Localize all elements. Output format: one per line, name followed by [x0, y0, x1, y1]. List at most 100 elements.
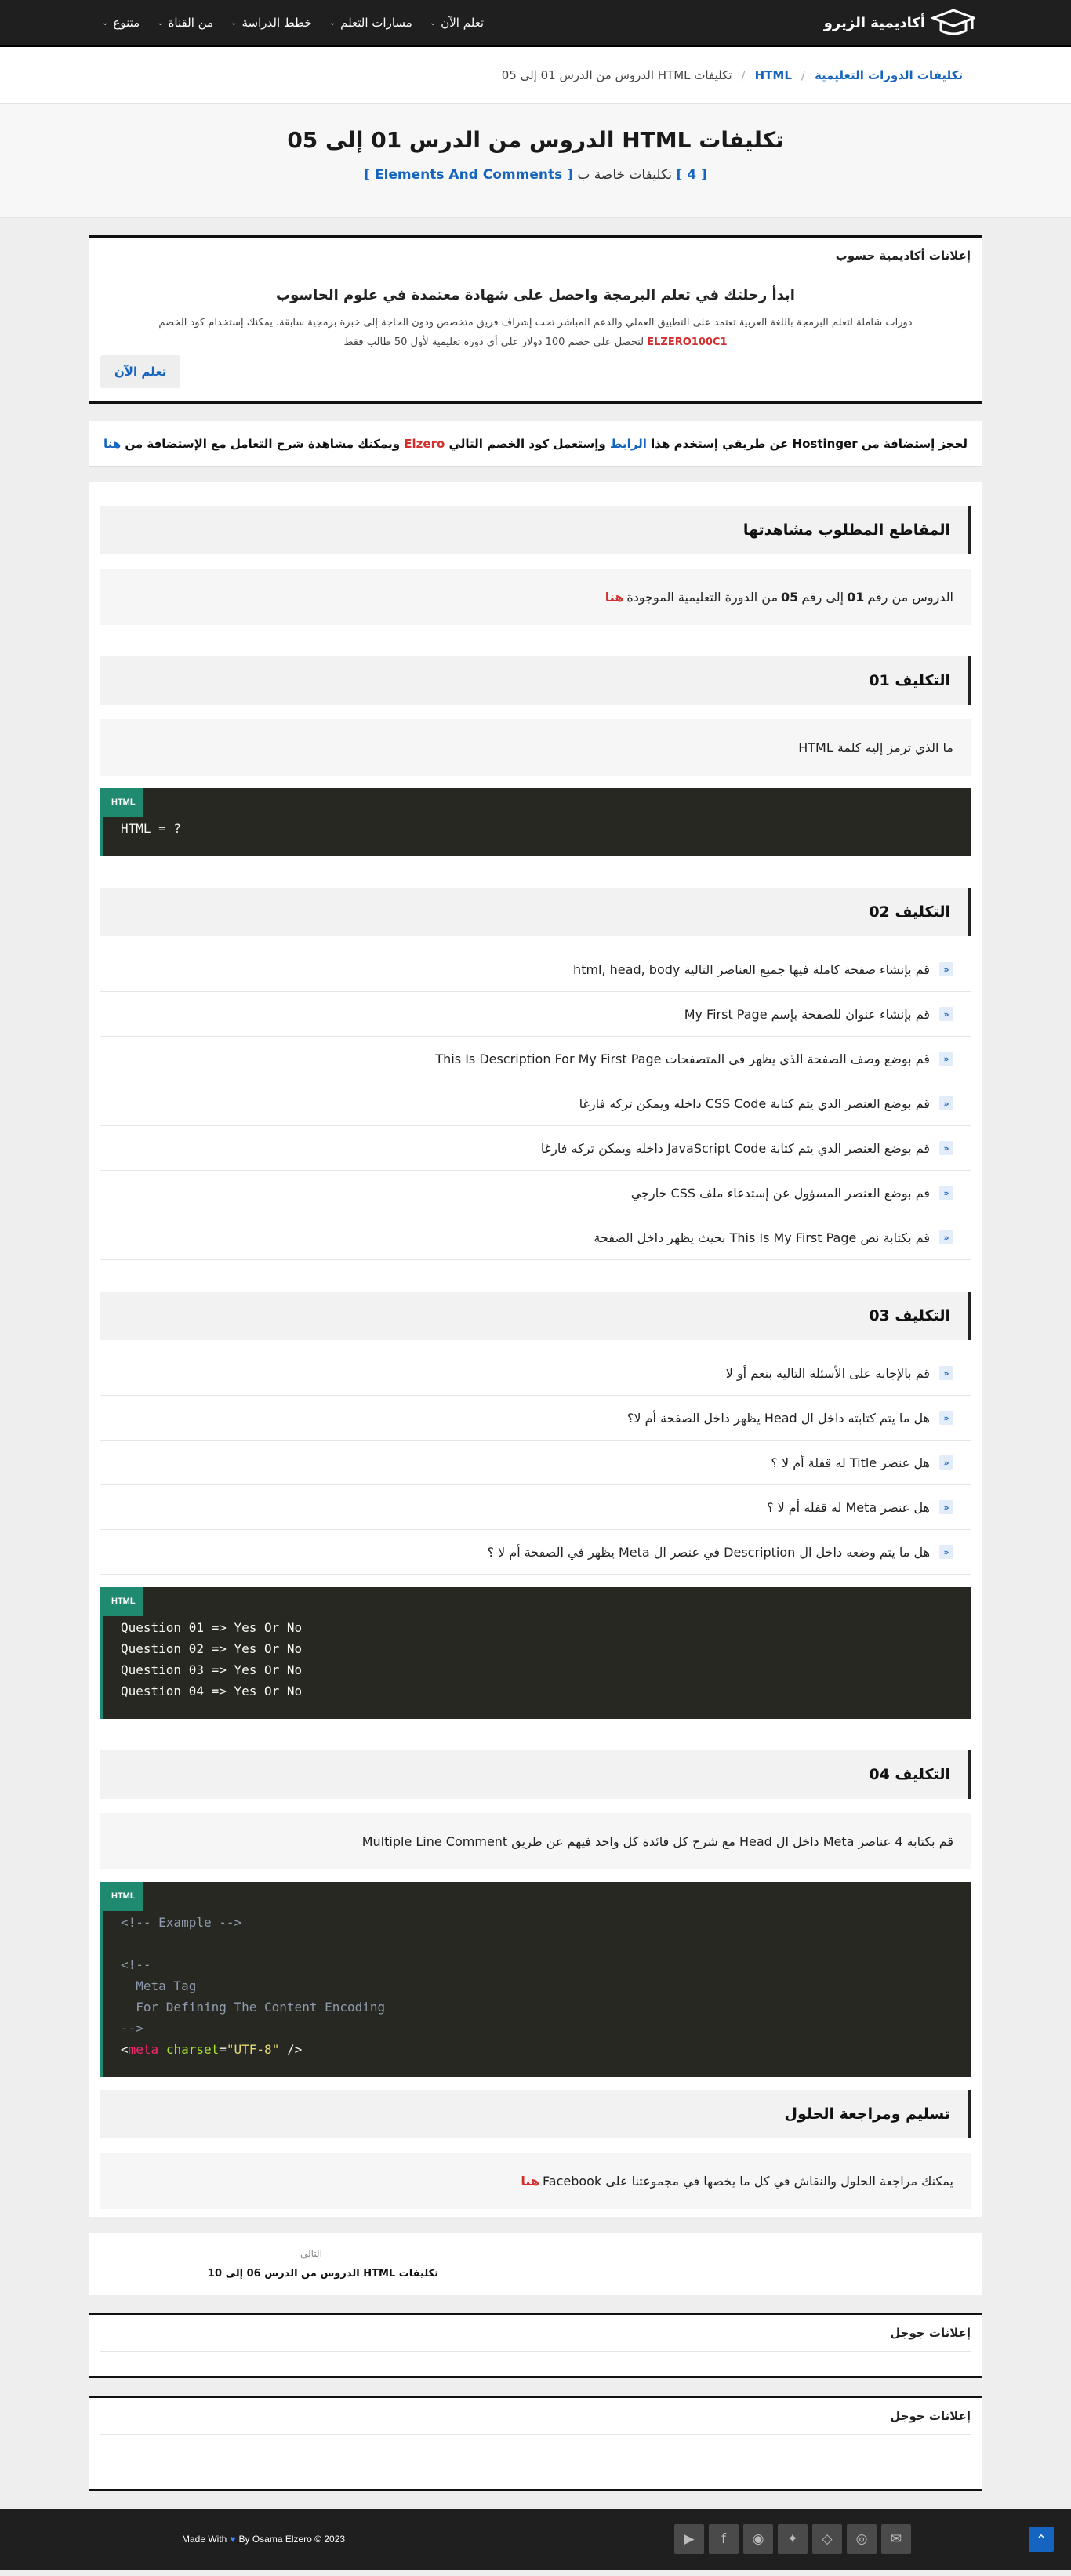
double-chevron-icon: « [939, 1455, 953, 1470]
hosting-code: Elzero [404, 436, 445, 451]
chevron-down-icon: ⌄ [102, 18, 109, 27]
chevron-down-icon: ⌄ [231, 18, 238, 27]
page-title: تكليفات HTML الدروس من الدرس 01 إلى 05 [287, 127, 784, 153]
breadcrumb-category-link[interactable]: HTML [755, 68, 792, 82]
footer-right: ▶ f ◉ ✦ ◇ ◎ ✉ ⌃ [674, 2524, 1054, 2554]
task-text: هل عنصر Title له قفلة أم لا ؟ [771, 1455, 930, 1470]
hosting-text: ويمكنك مشاهدة شرح التعامل مع الإستضافة م… [125, 436, 401, 451]
task-text: قم بوضع العنصر الذي يتم كتابة JavaScript… [540, 1140, 930, 1156]
facebook-icon[interactable]: f [709, 2524, 739, 2554]
list-item: « قم بكتابة نص This Is My First Page بحيث… [100, 1215, 971, 1260]
hosting-link[interactable]: الرابط [610, 437, 647, 451]
double-chevron-icon: « [939, 1186, 953, 1200]
ads-label: إعلانات جوجل [100, 2409, 971, 2435]
double-chevron-icon: « [939, 1052, 953, 1066]
hosting-notice: لحجز إستضافة من Hostinger عن طريقي إستخد… [89, 421, 982, 467]
instagram-icon[interactable]: ◎ [847, 2524, 877, 2554]
next-label: التالي [300, 2248, 322, 2259]
breadcrumb-bar: تكليفات الدورات التعليمية / HTML / تكليف… [0, 47, 1071, 104]
made-with-text: Made With [182, 2534, 227, 2545]
text-bold: 01 [847, 589, 865, 605]
section-heading: تسليم ومراجعة الحلول [100, 2090, 971, 2138]
breadcrumb-root-link[interactable]: تكليفات الدورات التعليمية [815, 68, 963, 82]
task-text: قم بكتابة نص This Is My First Page بحيث … [594, 1230, 930, 1245]
list-item: « قم بوضع العنصر المسؤول عن إستدعاء ملف C… [100, 1171, 971, 1215]
youtube-icon[interactable]: ▶ [674, 2524, 704, 2554]
ad-text-part: لتحصل على خصم 100 دولار على أي دورة تعلي… [343, 336, 644, 348]
assignments-content: المقاطع المطلوب مشاهدتها الدروس من رقم 0… [89, 482, 982, 2217]
text-bold: 05 [781, 589, 799, 605]
facebook-group-link[interactable]: هنا [521, 2174, 539, 2189]
list-item: « هل عنصر Title له قفلة أم لا ؟ [100, 1441, 971, 1485]
code-block: HTML Question 01 => Yes Or No Question 0… [100, 1587, 971, 1719]
code-line: HTML = ? [121, 821, 182, 836]
task-list: « قم بإنشاء صفحة كاملة فيها جميع العناصر … [100, 947, 971, 1260]
twitter-icon[interactable]: ✦ [778, 2524, 808, 2554]
code-token: /> [279, 2042, 303, 2057]
nav-study-plans[interactable]: خطط الدراسة ⌄ [231, 16, 312, 30]
nav-misc[interactable]: متنوع ⌄ [102, 16, 140, 30]
code-token: charset [165, 2042, 220, 2057]
next-post[interactable]: التالي تكليفات HTML الدروس من الدرس 06 إ… [89, 2233, 982, 2295]
nav-label: خطط الدراسة [241, 16, 312, 30]
double-chevron-icon: « [939, 1141, 953, 1155]
code-language-tag: HTML [103, 788, 143, 817]
scroll-to-top-button[interactable]: ⌃ [1029, 2527, 1054, 2552]
chevron-down-icon: ⌄ [157, 18, 164, 27]
ad-text: دورات شاملة لتعلم البرمجة باللغة العربية… [100, 313, 971, 352]
nav-label: تعلم الآن [441, 16, 485, 30]
text-part: الدروس من رقم [867, 589, 953, 605]
email-icon[interactable]: ✉ [881, 2524, 911, 2554]
code-block: HTML <!-- Example --> <!-- Meta Tag For … [100, 1882, 971, 2077]
section-heading: التكليف 02 [100, 888, 971, 936]
nav-learning-paths[interactable]: مسارات التعلم ⌄ [329, 16, 412, 30]
code-token: = [219, 2042, 227, 2057]
section-heading: التكليف 01 [100, 656, 971, 705]
graduation-cap-icon [931, 9, 975, 35]
list-item: « قم بوضع وصف الصفحة الذي يظهر في المتصفح… [100, 1037, 971, 1081]
discount-code: ELZERO100C1 [647, 336, 728, 348]
page-header: تكليفات HTML الدروس من الدرس 01 إلى 05 [… [0, 104, 1071, 218]
list-item: « قم بالإجابة على الأسئلة التالية بنعم أو… [100, 1351, 971, 1396]
hosting-here-link[interactable]: هنا [103, 437, 121, 451]
brand-logo[interactable]: أكاديمية الزيرو [824, 7, 975, 38]
topic-link[interactable]: [ Elements And Comments ] [364, 167, 573, 183]
code-line: Question 02 => Yes Or No [121, 1641, 303, 1656]
code-token: < [121, 2042, 129, 2057]
list-item: « قم بإنشاء صفحة كاملة فيها جميع العناصر … [100, 947, 971, 992]
task-text: هل ما يتم وضعه داخل ال Description في عن… [487, 1544, 931, 1560]
count-link[interactable]: [ 4 ] [676, 167, 706, 183]
task-text: قم بإنشاء عنوان للصفحة بإسم My First Pag… [684, 1006, 930, 1022]
task-text: قم بوضع العنصر الذي يتم كتابة CSS Code د… [579, 1095, 930, 1111]
github-icon[interactable]: ◉ [743, 2524, 773, 2554]
assignment-text: قم بكتابة 4 عناصر Meta داخل ال Head مع ش… [100, 1813, 971, 1869]
code-line: <!-- [121, 1957, 151, 1972]
section-heading: التكليف 04 [100, 1750, 971, 1799]
footer-credit: Made With ♥ By Osama Elzero © 2023 [182, 2534, 345, 2545]
author-text: By Osama Elzero © 2023 [238, 2534, 346, 2545]
task-text: قم بإنشاء صفحة كاملة فيها جميع العناصر ا… [573, 961, 930, 977]
google-ads-box: إعلانات جوجل [89, 2313, 982, 2378]
course-here-link[interactable]: هنا [605, 590, 624, 605]
learn-now-button[interactable]: تعلم الآن [100, 355, 181, 388]
list-item: « قم بإنشاء عنوان للصفحة بإسم My First Pa… [100, 992, 971, 1037]
codepen-icon[interactable]: ◇ [812, 2524, 842, 2554]
list-item: « قم بوضع العنصر الذي يتم كتابة CSS Code … [100, 1081, 971, 1126]
nav-from-channel[interactable]: من القناة ⌄ [157, 16, 213, 30]
double-chevron-icon: « [939, 962, 953, 976]
videos-text: الدروس من رقم 01 إلى رقم 05 من الدورة ال… [100, 569, 971, 625]
nav-label: مسارات التعلم [340, 16, 412, 30]
social-links: ▶ f ◉ ✦ ◇ ◎ ✉ [674, 2524, 911, 2554]
code-line: Question 01 => Yes Or No [121, 1620, 303, 1635]
ad-label: إعلانات أكاديمية حسوب [100, 238, 971, 274]
text-part: إلى رقم [801, 589, 844, 605]
code-language-tag: HTML [103, 1882, 143, 1911]
ad-text-part: دورات شاملة لتعلم البرمجة باللغة العربية… [158, 317, 913, 329]
nav-label: من القناة [168, 16, 214, 30]
nav-learn-now[interactable]: تعلم الآن ⌄ [430, 16, 484, 30]
brand-name: أكاديمية الزيرو [823, 14, 925, 31]
code-line: Question 03 => Yes Or No [121, 1662, 303, 1677]
next-post-link[interactable]: تكليفات HTML الدروس من الدرس 06 إلى 10 [208, 2268, 438, 2280]
section-heading: التكليف 03 [100, 1292, 971, 1340]
